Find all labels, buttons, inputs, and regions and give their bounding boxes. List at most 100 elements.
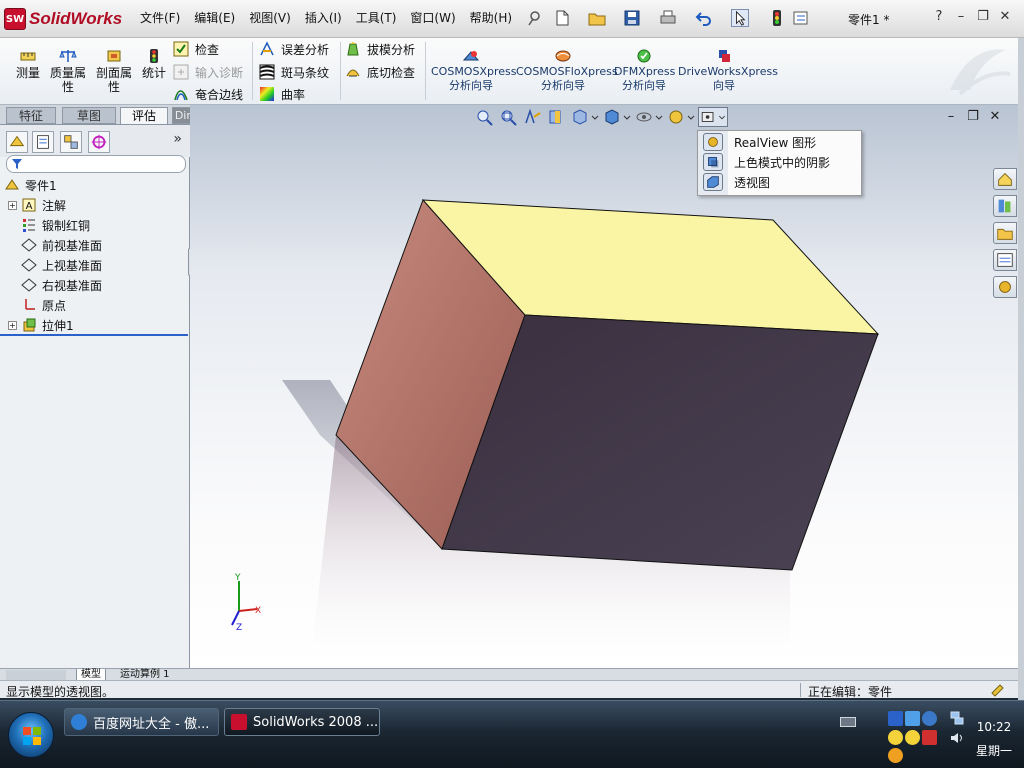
tab-evaluate[interactable]: 评估 — [120, 107, 168, 124]
options-icon[interactable] — [792, 9, 810, 27]
volume-icon[interactable] — [950, 731, 964, 745]
save-icon[interactable] — [623, 9, 641, 27]
cosmosxpress-button[interactable]: COSMOSXpress 分析向导 — [431, 48, 516, 93]
network-icon[interactable] — [950, 711, 964, 725]
status-editing: 正在编辑：零件 — [808, 685, 893, 699]
perspective-item[interactable]: 透视图 — [698, 172, 861, 192]
driveworksxpress-button[interactable]: DriveWorksXpress 向导 — [678, 48, 778, 93]
dfmxpress-label-1: DFMXpress — [614, 65, 676, 78]
solidworks-resources-icon[interactable] — [993, 168, 1017, 190]
graphics-area[interactable]: – ❐ ✕ Y X Z — [190, 105, 1018, 668]
expand-toggle[interactable]: + — [8, 320, 17, 330]
mass-properties-button[interactable]: 质量属 性 — [47, 48, 89, 94]
appearances-icon[interactable] — [993, 276, 1017, 298]
minimize-button[interactable]: – — [950, 9, 972, 24]
menu-insert[interactable]: 插入(I) — [305, 9, 342, 26]
system-clock[interactable]: 10:22 星期一 — [966, 715, 1022, 763]
tray-qq-icon[interactable] — [905, 730, 920, 745]
tree-item-origin[interactable]: 原点 — [21, 295, 66, 315]
check-button[interactable]: 检查 — [173, 40, 219, 58]
file-explorer-icon[interactable] — [993, 222, 1017, 244]
new-document-icon[interactable] — [553, 9, 571, 27]
shadows-in-shaded-mode-item[interactable]: 上色模式中的阴影 — [698, 152, 861, 172]
extrude-icon — [23, 318, 36, 332]
menu-help[interactable]: 帮助(H) — [470, 9, 512, 26]
propertymanager-icon[interactable] — [32, 131, 54, 153]
tree-item-label: 锻制红铜 — [42, 218, 91, 233]
ribbon-separator — [425, 42, 426, 100]
tree-item-top-plane[interactable]: 上视基准面 — [21, 255, 102, 275]
shadows-icon — [703, 153, 723, 171]
deviation-analysis-button[interactable]: 误差分析 — [259, 40, 329, 58]
restore-button[interactable]: ❐ — [972, 9, 994, 24]
draft-analysis-button[interactable]: 拔模分析 — [345, 40, 415, 58]
feature-manager-toolbar: » — [0, 125, 190, 157]
tree-item-extrude[interactable]: + 拉伸1 — [8, 315, 74, 335]
model-viewport[interactable] — [190, 105, 1018, 668]
expand-toggle[interactable]: + — [8, 200, 17, 210]
tree-item-label: 右视基准面 — [42, 278, 103, 293]
menu-edit[interactable]: 编辑(E) — [194, 9, 235, 26]
tray-qq-icon[interactable] — [888, 730, 903, 745]
dfmxpress-icon — [637, 49, 651, 63]
select-arrow-icon[interactable] — [731, 9, 749, 27]
section-properties-button[interactable]: 剖面属 性 — [93, 48, 135, 94]
cosmosfloxpress-button[interactable]: COSMOSFloXpress 分析向导 — [516, 48, 618, 93]
rollback-bar[interactable] — [0, 334, 188, 336]
feature-tree-filter[interactable] — [6, 155, 186, 173]
tray-network-icon[interactable] — [905, 711, 920, 726]
tray-security-icon[interactable] — [922, 730, 937, 745]
deviation-analysis-icon — [260, 41, 274, 56]
taskbar-item-solidworks[interactable]: SolidWorks 2008 ... — [224, 708, 380, 736]
undercut-check-button[interactable]: 底切检查 — [345, 63, 415, 81]
import-diagnostics-label: 输入诊断 — [195, 65, 244, 80]
undo-icon[interactable] — [695, 9, 713, 27]
tray-app-icon[interactable] — [888, 711, 903, 726]
close-button[interactable]: ✕ — [994, 9, 1016, 24]
taskbar-item-browser[interactable]: 百度网址大全 - 傲... — [64, 708, 219, 736]
print-icon[interactable] — [659, 9, 677, 27]
dimxpertmanager-icon[interactable] — [88, 131, 110, 153]
tab-scroll-arrows[interactable] — [6, 670, 66, 680]
featuremanager-tree-icon[interactable] — [6, 131, 28, 153]
title-bar: SW SolidWorks 文件(F) 编辑(E) 视图(V) 插入(I) 工具… — [0, 0, 1024, 38]
tray-notify-icon[interactable] — [888, 748, 903, 763]
tree-item-annotations[interactable]: + A 注解 — [8, 195, 66, 215]
coincident-edges-button[interactable]: 奄合边线 — [173, 85, 243, 103]
tray-browser-icon[interactable] — [922, 711, 937, 726]
start-button[interactable] — [8, 712, 54, 758]
expand-panel-button[interactable]: » — [173, 131, 182, 147]
tree-root-part[interactable]: 零件1 — [4, 175, 57, 195]
tab-sketch[interactable]: 草图 — [62, 107, 116, 124]
statistics-button[interactable]: 统计 — [139, 48, 169, 80]
statistics-label: 统计 — [141, 66, 166, 80]
tree-item-front-plane[interactable]: 前视基准面 — [21, 235, 102, 255]
traffic-light-icon[interactable] — [768, 9, 786, 27]
tree-item-right-plane[interactable]: 右视基准面 — [21, 275, 102, 295]
zebra-stripes-button[interactable]: 斑马条纹 — [259, 63, 329, 81]
curvature-label: 曲率 — [281, 87, 306, 102]
menu-view[interactable]: 视图(V) — [249, 9, 291, 26]
help-button[interactable]: ? — [928, 9, 950, 24]
solidworks-logo[interactable]: SW SolidWorks — [4, 6, 122, 32]
configurationmanager-icon[interactable] — [60, 131, 82, 153]
keyboard-icon[interactable] — [840, 717, 856, 727]
curvature-icon — [260, 87, 274, 101]
pin-icon[interactable] — [526, 9, 544, 27]
menu-tools[interactable]: 工具(T) — [356, 9, 397, 26]
curvature-button[interactable]: 曲率 — [259, 85, 305, 103]
menu-window[interactable]: 窗口(W) — [410, 9, 455, 26]
quick-tips-icon[interactable] — [990, 683, 1004, 697]
design-library-icon[interactable] — [993, 195, 1017, 217]
tab-features[interactable]: 特征 — [6, 107, 56, 124]
tree-item-material[interactable]: 锻制红铜 — [21, 215, 90, 235]
import-diagnostics-button[interactable]: 输入诊断 — [173, 63, 243, 81]
measure-button[interactable]: 测量 — [12, 48, 44, 80]
menu-file[interactable]: 文件(F) — [140, 9, 180, 26]
realview-graphics-item[interactable]: RealView 图形 — [698, 132, 861, 152]
dfmxpress-button[interactable]: DFMXpress 分析向导 — [614, 48, 676, 93]
status-separator — [800, 683, 801, 697]
view-palette-icon[interactable] — [993, 249, 1017, 271]
open-folder-icon[interactable] — [588, 9, 606, 27]
measure-label: 测量 — [15, 66, 40, 80]
